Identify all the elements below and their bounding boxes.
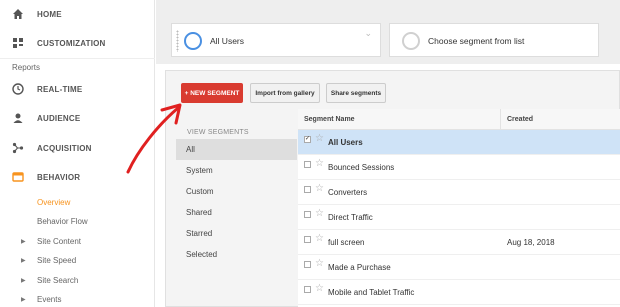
column-header-segment-name[interactable]: Segment Name	[304, 109, 355, 130]
active-segment-card[interactable]: All Users ⌄	[171, 23, 381, 57]
segment-bar: All Users ⌄ Choose segment from list	[156, 0, 620, 64]
new-segment-button[interactable]: + NEW SEGMENT	[181, 83, 243, 103]
row-checkbox[interactable]	[304, 261, 311, 268]
view-segment-custom[interactable]: Custom	[176, 181, 297, 202]
segment-circle-icon	[184, 32, 202, 50]
nav-acquisition-label: ACQUISITION	[37, 143, 92, 153]
sub-site-search-label: Site Search	[37, 275, 79, 285]
star-icon[interactable]: ☆	[315, 183, 324, 194]
choose-segment-card[interactable]: Choose segment from list	[389, 23, 599, 57]
table-row[interactable]: ☆ Made a Purchase	[298, 255, 620, 280]
dashboard-icon	[11, 36, 25, 50]
column-divider	[500, 109, 501, 130]
segment-name: All Users	[328, 138, 363, 147]
table-row[interactable]: ☆ Direct Traffic	[298, 205, 620, 230]
view-segment-starred[interactable]: Starred	[176, 223, 297, 244]
star-icon[interactable]: ☆	[315, 158, 324, 169]
table-row[interactable]: ☆ full screen Aug 18, 2018	[298, 230, 620, 255]
segment-created-date: Aug 18, 2018	[507, 238, 555, 247]
drag-handle-icon[interactable]	[176, 30, 179, 52]
sidebar: HOME CUSTOMIZATION Reports REAL-TIME AUD…	[0, 0, 155, 307]
clock-icon	[11, 82, 25, 96]
import-from-gallery-button[interactable]: Import from gallery	[250, 83, 320, 103]
segment-name: Made a Purchase	[328, 263, 391, 272]
nav-real-time[interactable]: REAL-TIME	[0, 78, 155, 100]
sub-site-content[interactable]: ▶ Site Content	[0, 232, 155, 250]
active-segment-name: All Users	[210, 36, 245, 46]
star-icon[interactable]: ☆	[315, 283, 324, 294]
view-segment-system[interactable]: System	[176, 160, 297, 181]
caret-right-icon: ▶	[21, 296, 26, 303]
nav-customization-label: CUSTOMIZATION	[37, 38, 106, 48]
segment-name: full screen	[328, 238, 365, 247]
caret-right-icon: ▶	[21, 257, 26, 264]
view-segment-selected[interactable]: Selected	[176, 244, 297, 265]
view-segments-heading: VIEW SEGMENTS	[187, 129, 249, 136]
empty-circle-icon	[402, 32, 420, 50]
row-checkbox[interactable]	[304, 186, 311, 193]
view-segment-shared[interactable]: Shared	[176, 202, 297, 223]
nav-home[interactable]: HOME	[0, 3, 155, 25]
sub-events[interactable]: ▶ Events	[0, 290, 155, 307]
sub-site-speed[interactable]: ▶ Site Speed	[0, 251, 155, 269]
segment-name: Mobile and Tablet Traffic	[328, 288, 415, 297]
segment-name: Direct Traffic	[328, 213, 373, 222]
nav-acquisition[interactable]: ACQUISITION	[0, 137, 155, 159]
sub-overview-label: Overview	[37, 197, 71, 207]
choose-segment-placeholder: Choose segment from list	[428, 36, 525, 46]
nav-audience-label: AUDIENCE	[37, 113, 81, 123]
row-checkbox[interactable]	[304, 286, 311, 293]
star-icon[interactable]: ☆	[315, 233, 324, 244]
reports-heading: Reports	[12, 63, 41, 72]
sub-overview[interactable]: Overview	[0, 193, 155, 211]
nav-behavior-label: BEHAVIOR	[37, 172, 81, 182]
acquisition-icon	[11, 141, 25, 155]
segment-name: Bounced Sessions	[328, 163, 395, 172]
caret-right-icon: ▶	[21, 277, 26, 284]
row-checkbox[interactable]	[304, 236, 311, 243]
sub-site-content-label: Site Content	[37, 236, 82, 246]
nav-home-label: HOME	[37, 9, 62, 19]
share-segments-button[interactable]: Share segments	[326, 83, 386, 103]
segments-table: Segment Name Created ✓ ☆ All Users ☆ Bou…	[298, 109, 620, 307]
sub-behavior-flow-label: Behavior Flow	[37, 216, 88, 226]
divider	[0, 58, 155, 59]
home-icon	[11, 7, 25, 21]
nav-customization[interactable]: CUSTOMIZATION	[0, 32, 155, 54]
star-icon[interactable]: ☆	[315, 258, 324, 269]
view-segment-all[interactable]: All	[176, 139, 297, 160]
segment-name: Converters	[328, 188, 368, 197]
behavior-icon	[11, 170, 25, 184]
sub-events-label: Events	[37, 294, 62, 304]
row-checkbox[interactable]: ✓	[304, 136, 311, 143]
table-row[interactable]: ☆ Mobile and Tablet Traffic	[298, 280, 620, 305]
table-row[interactable]: ✓ ☆ All Users	[298, 130, 620, 155]
table-row[interactable]: ☆ Converters	[298, 180, 620, 205]
sub-site-speed-label: Site Speed	[37, 255, 77, 265]
caret-right-icon: ▶	[21, 238, 26, 245]
table-row[interactable]: ☆ Bounced Sessions	[298, 155, 620, 180]
person-icon	[11, 111, 25, 125]
star-icon[interactable]: ☆	[315, 208, 324, 219]
sub-site-search[interactable]: ▶ Site Search	[0, 271, 155, 289]
column-header-created[interactable]: Created	[507, 109, 533, 130]
nav-behavior[interactable]: BEHAVIOR	[0, 166, 155, 188]
nav-real-time-label: REAL-TIME	[37, 84, 83, 94]
star-icon[interactable]: ☆	[315, 133, 324, 144]
sub-behavior-flow[interactable]: Behavior Flow	[0, 212, 155, 230]
chevron-down-icon[interactable]: ⌄	[364, 28, 372, 39]
row-checkbox[interactable]	[304, 161, 311, 168]
row-checkbox[interactable]	[304, 211, 311, 218]
nav-audience[interactable]: AUDIENCE	[0, 107, 155, 129]
